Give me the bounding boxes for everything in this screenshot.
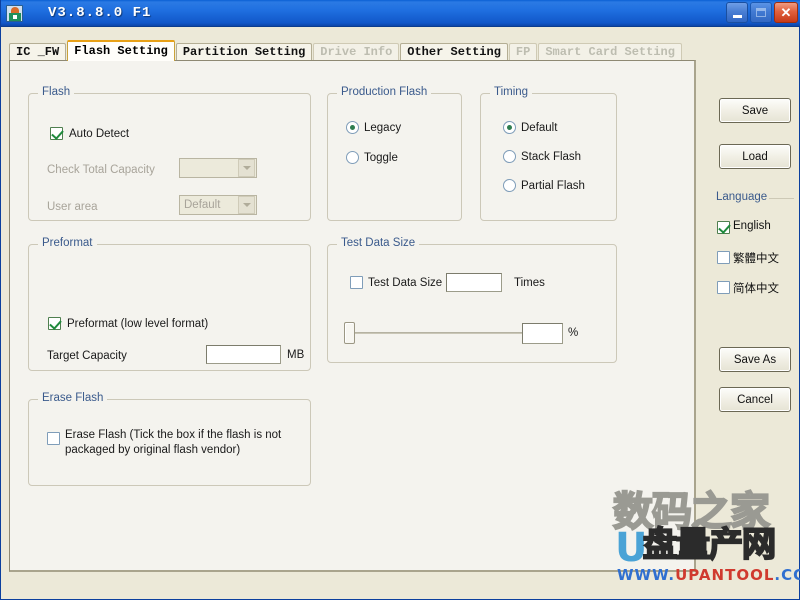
- user-area-dropdown: Default: [179, 195, 257, 215]
- check-total-capacity-label: Check Total Capacity: [47, 164, 155, 176]
- erase-flash-label-line2: packaged by original flash vendor): [65, 444, 240, 456]
- auto-detect-label: Auto Detect: [69, 128, 129, 140]
- flash-group-label: Flash: [38, 86, 74, 98]
- check-total-capacity-dropdown: [179, 158, 257, 178]
- test-data-size-group: Test Data Size Test Data Size Times %: [327, 244, 617, 363]
- radio-partial-flash-label: Partial Flash: [521, 180, 585, 192]
- english-label: English: [733, 220, 771, 232]
- language-group-label: Language: [714, 191, 769, 203]
- radio-timing-default-label: Default: [521, 122, 557, 134]
- radio-legacy-label: Legacy: [364, 122, 401, 134]
- test-data-size-slider[interactable]: [344, 322, 522, 344]
- tab-fp: FP: [509, 43, 537, 61]
- minimize-button[interactable]: [726, 2, 748, 23]
- timing-group: Timing Default Stack Flash Partial Flash: [480, 93, 617, 221]
- tab-drive-info: Drive Info: [313, 43, 399, 61]
- tab-flash-setting[interactable]: Flash Setting: [67, 40, 175, 61]
- right-button-panel: Save Load Language English 繁體中文 简体中文 Sav…: [701, 60, 800, 572]
- radio-partial-flash[interactable]: [503, 179, 516, 192]
- target-capacity-input[interactable]: [206, 345, 281, 364]
- save-button[interactable]: Save: [719, 98, 791, 123]
- erase-flash-group-label: Erase Flash: [38, 392, 107, 404]
- window-title: V3.8.8.0 F1: [48, 5, 151, 21]
- user-area-label: User area: [47, 201, 98, 213]
- test-data-size-times-input[interactable]: [446, 273, 502, 292]
- language-group: Language English 繁體中文 简体中文: [714, 198, 794, 288]
- radio-toggle[interactable]: [346, 151, 359, 164]
- slider-track: [354, 332, 522, 334]
- save-as-button[interactable]: Save As: [719, 347, 791, 372]
- simplified-chinese-label: 简体中文: [733, 280, 779, 296]
- maximize-button[interactable]: [750, 2, 772, 23]
- radio-toggle-label: Toggle: [364, 152, 398, 164]
- test-data-size-group-label: Test Data Size: [337, 237, 419, 249]
- preformat-group: Preformat Preformat (low level format) T…: [28, 244, 311, 371]
- english-checkbox[interactable]: [717, 221, 730, 234]
- radio-legacy[interactable]: [346, 121, 359, 134]
- traditional-chinese-label: 繁體中文: [733, 250, 779, 266]
- tab-other-setting[interactable]: Other Setting: [400, 43, 508, 61]
- traditional-chinese-checkbox[interactable]: [717, 251, 730, 264]
- title-bar: V3.8.8.0 F1 ✕: [1, 0, 800, 27]
- radio-stack-flash-label: Stack Flash: [521, 151, 581, 163]
- test-data-size-times-unit: Times: [514, 277, 545, 289]
- user-area-value: Default: [180, 199, 238, 211]
- erase-flash-group: Erase Flash Erase Flash (Tick the box if…: [28, 399, 311, 486]
- load-button[interactable]: Load: [719, 144, 791, 169]
- tab-content-panel: Flash Auto Detect Check Total Capacity U…: [9, 60, 696, 572]
- minimize-icon: [733, 15, 742, 18]
- tab-strip: IC _FW Flash Setting Partition Setting D…: [9, 42, 683, 61]
- slider-thumb[interactable]: [344, 322, 355, 344]
- test-data-size-label: Test Data Size: [368, 277, 442, 289]
- production-flash-group: Production Flash Legacy Toggle: [327, 93, 462, 221]
- preformat-checkbox[interactable]: [48, 317, 61, 330]
- timing-group-label: Timing: [490, 86, 532, 98]
- flash-group: Flash Auto Detect Check Total Capacity U…: [28, 93, 311, 221]
- production-flash-group-label: Production Flash: [337, 86, 431, 98]
- radio-timing-default[interactable]: [503, 121, 516, 134]
- preformat-label: Preformat (low level format): [67, 318, 208, 330]
- tab-ic-fw[interactable]: IC _FW: [9, 43, 66, 61]
- test-data-size-percent-unit: %: [568, 327, 578, 339]
- window-controls: ✕: [726, 2, 798, 23]
- cancel-button[interactable]: Cancel: [719, 387, 791, 412]
- erase-flash-label-line1: Erase Flash (Tick the box if the flash i…: [65, 429, 281, 441]
- maximize-icon: [756, 8, 766, 17]
- app-icon: [6, 5, 23, 22]
- simplified-chinese-checkbox[interactable]: [717, 281, 730, 294]
- auto-detect-checkbox[interactable]: [50, 127, 63, 140]
- preformat-group-label: Preformat: [38, 237, 97, 249]
- target-capacity-unit: MB: [287, 349, 304, 361]
- target-capacity-label: Target Capacity: [47, 350, 127, 362]
- close-button[interactable]: ✕: [774, 2, 798, 23]
- test-data-size-percent-input[interactable]: [522, 323, 563, 344]
- close-icon: ✕: [781, 6, 792, 19]
- chevron-down-icon: [238, 196, 255, 214]
- radio-stack-flash[interactable]: [503, 150, 516, 163]
- chevron-down-icon: [238, 159, 255, 177]
- application-window: V3.8.8.0 F1 ✕ IC _FW Flash Setting Parti…: [0, 0, 800, 600]
- tab-partition-setting[interactable]: Partition Setting: [176, 43, 312, 61]
- tab-smart-card-setting: Smart Card Setting: [538, 43, 682, 61]
- test-data-size-checkbox[interactable]: [350, 276, 363, 289]
- erase-flash-checkbox[interactable]: [47, 432, 60, 445]
